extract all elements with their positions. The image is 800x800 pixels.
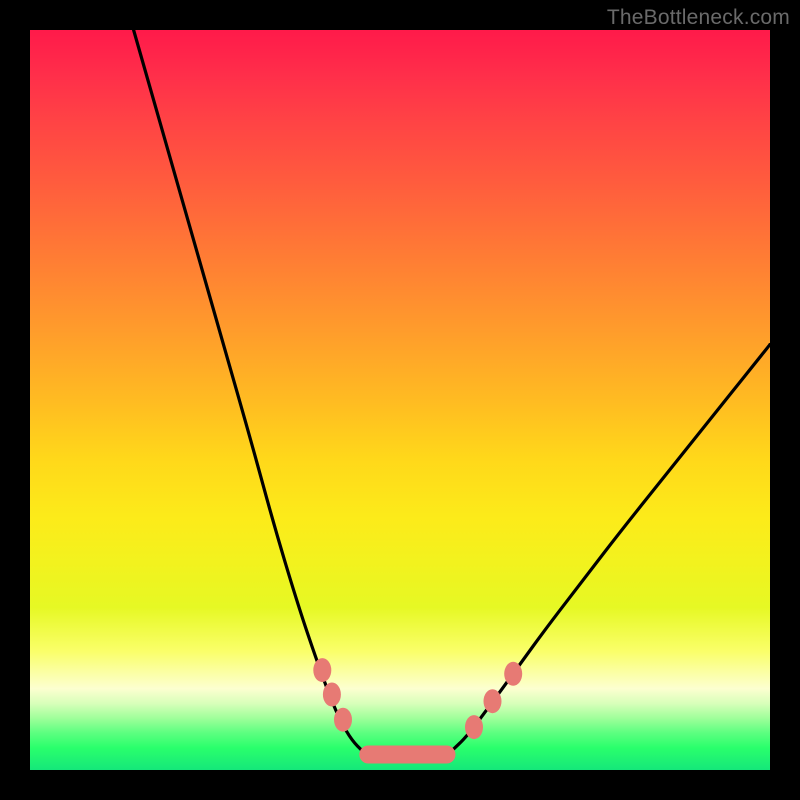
plot-area	[30, 30, 770, 770]
curve-svg	[30, 30, 770, 770]
markers	[313, 658, 522, 763]
marker-dot	[504, 662, 522, 686]
marker-dot	[484, 689, 502, 713]
marker-dot	[334, 708, 352, 732]
marker-dot	[323, 683, 341, 707]
watermark-text: TheBottleneck.com	[607, 6, 790, 30]
marker-pill	[359, 746, 455, 764]
chart-frame: TheBottleneck.com	[0, 0, 800, 800]
marker-dot	[313, 658, 331, 682]
v-curve	[134, 30, 770, 757]
marker-dot	[465, 715, 483, 739]
